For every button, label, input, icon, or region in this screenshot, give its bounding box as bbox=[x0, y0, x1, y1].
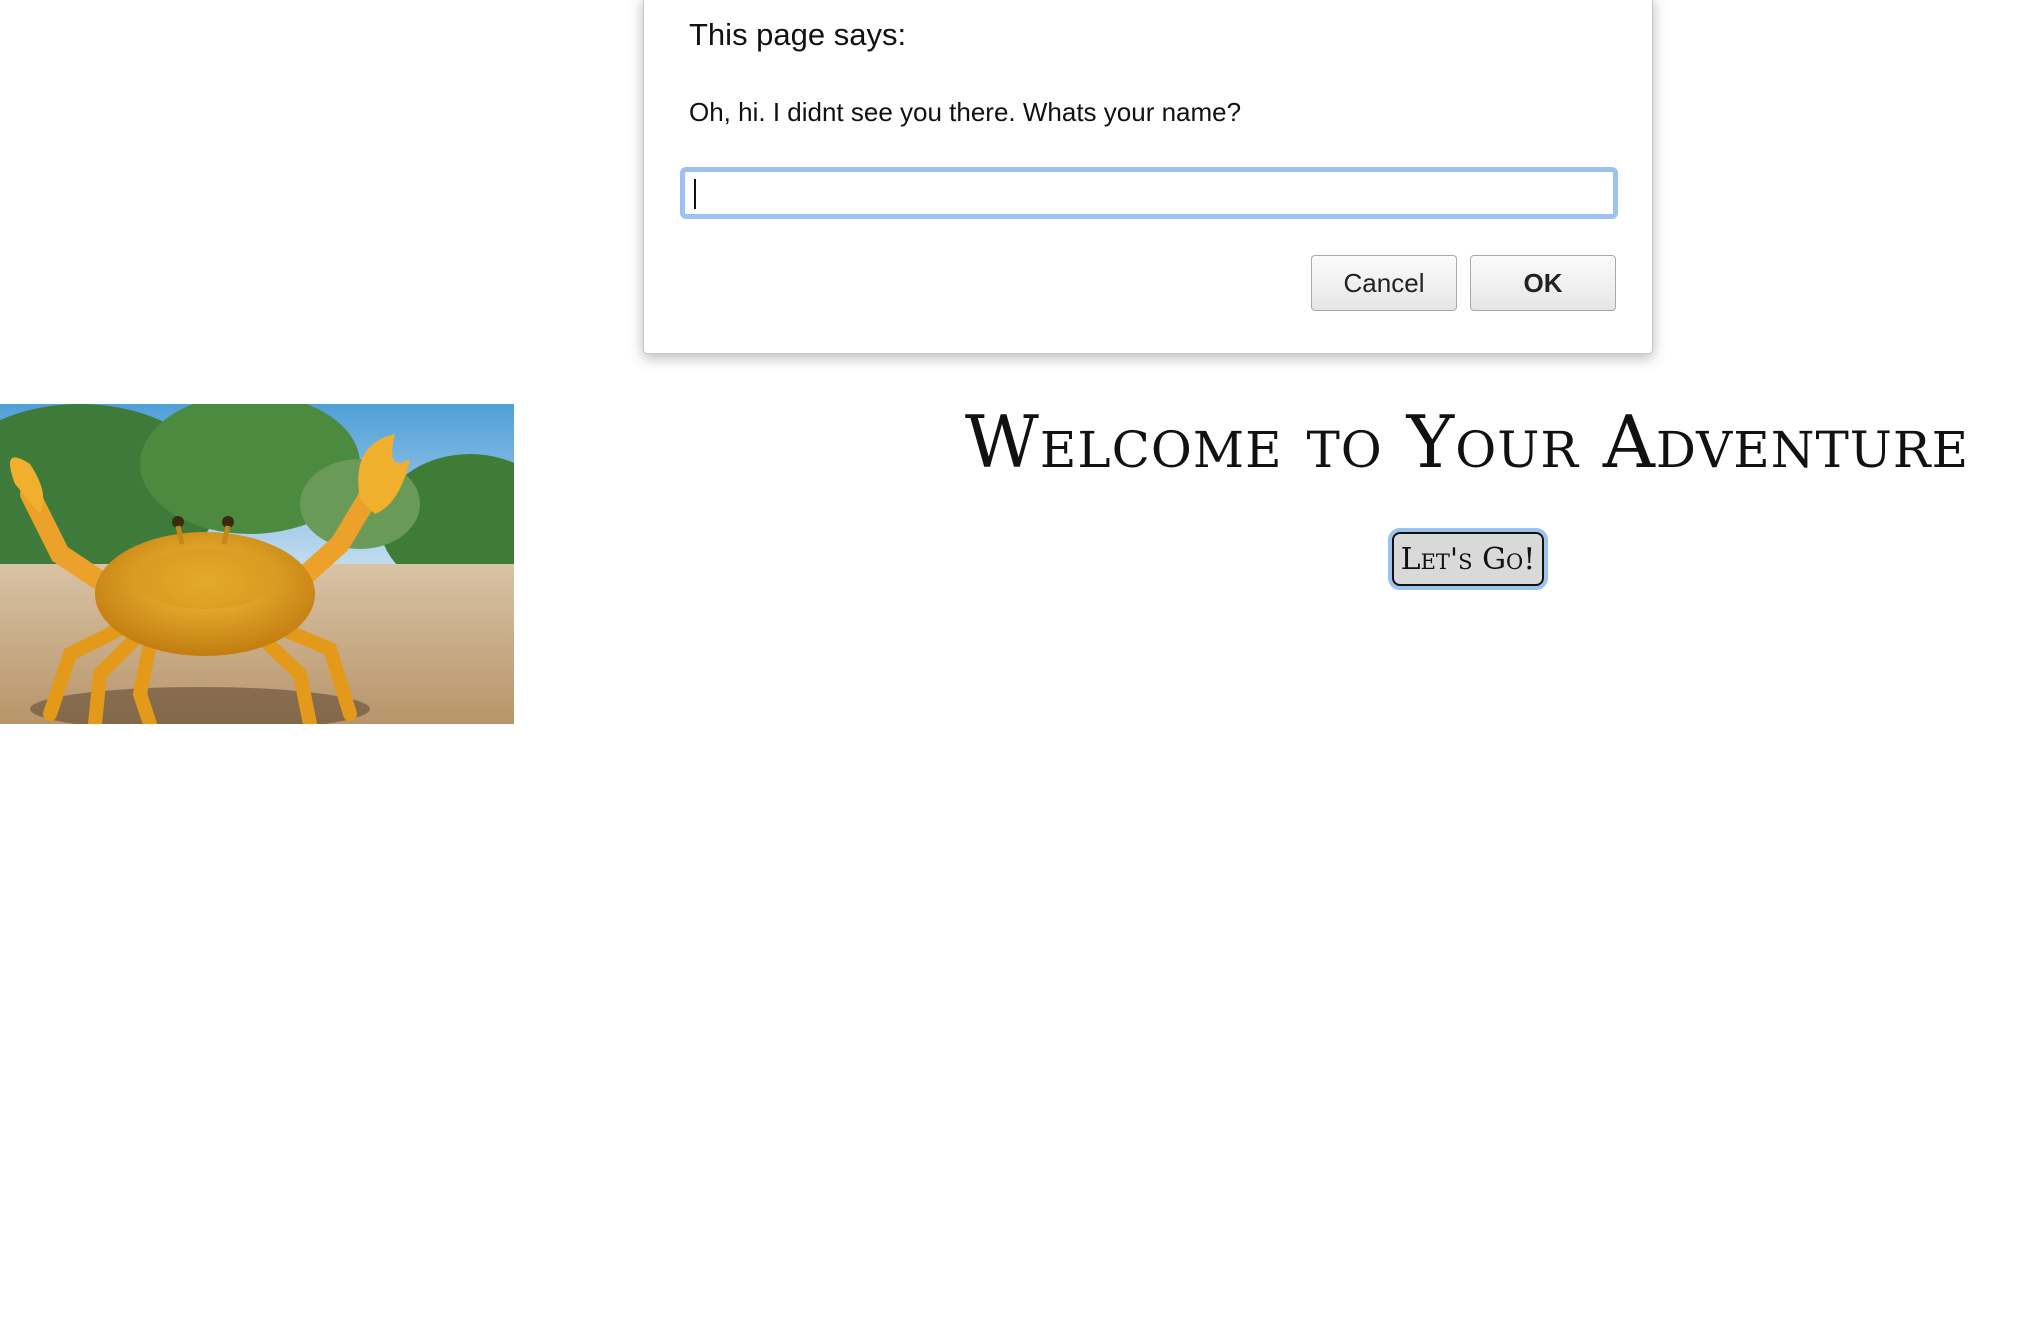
ok-button[interactable]: OK bbox=[1470, 255, 1616, 311]
crab-image bbox=[0, 404, 514, 724]
text-caret bbox=[694, 179, 696, 209]
lets-go-button[interactable]: Let's Go! bbox=[1392, 532, 1544, 586]
dialog-title: This page says: bbox=[689, 17, 907, 52]
name-input[interactable] bbox=[680, 167, 1618, 219]
dialog-message: Oh, hi. I didnt see you there. Whats you… bbox=[689, 97, 1242, 127]
page-title: Welcome to Your Adventure bbox=[964, 400, 1970, 484]
cancel-button[interactable]: Cancel bbox=[1311, 255, 1457, 311]
page: Welcome to Your Adventure Let's Go! This… bbox=[0, 0, 2034, 1340]
prompt-dialog: This page says: Oh, hi. I didnt see you … bbox=[643, 0, 1653, 354]
